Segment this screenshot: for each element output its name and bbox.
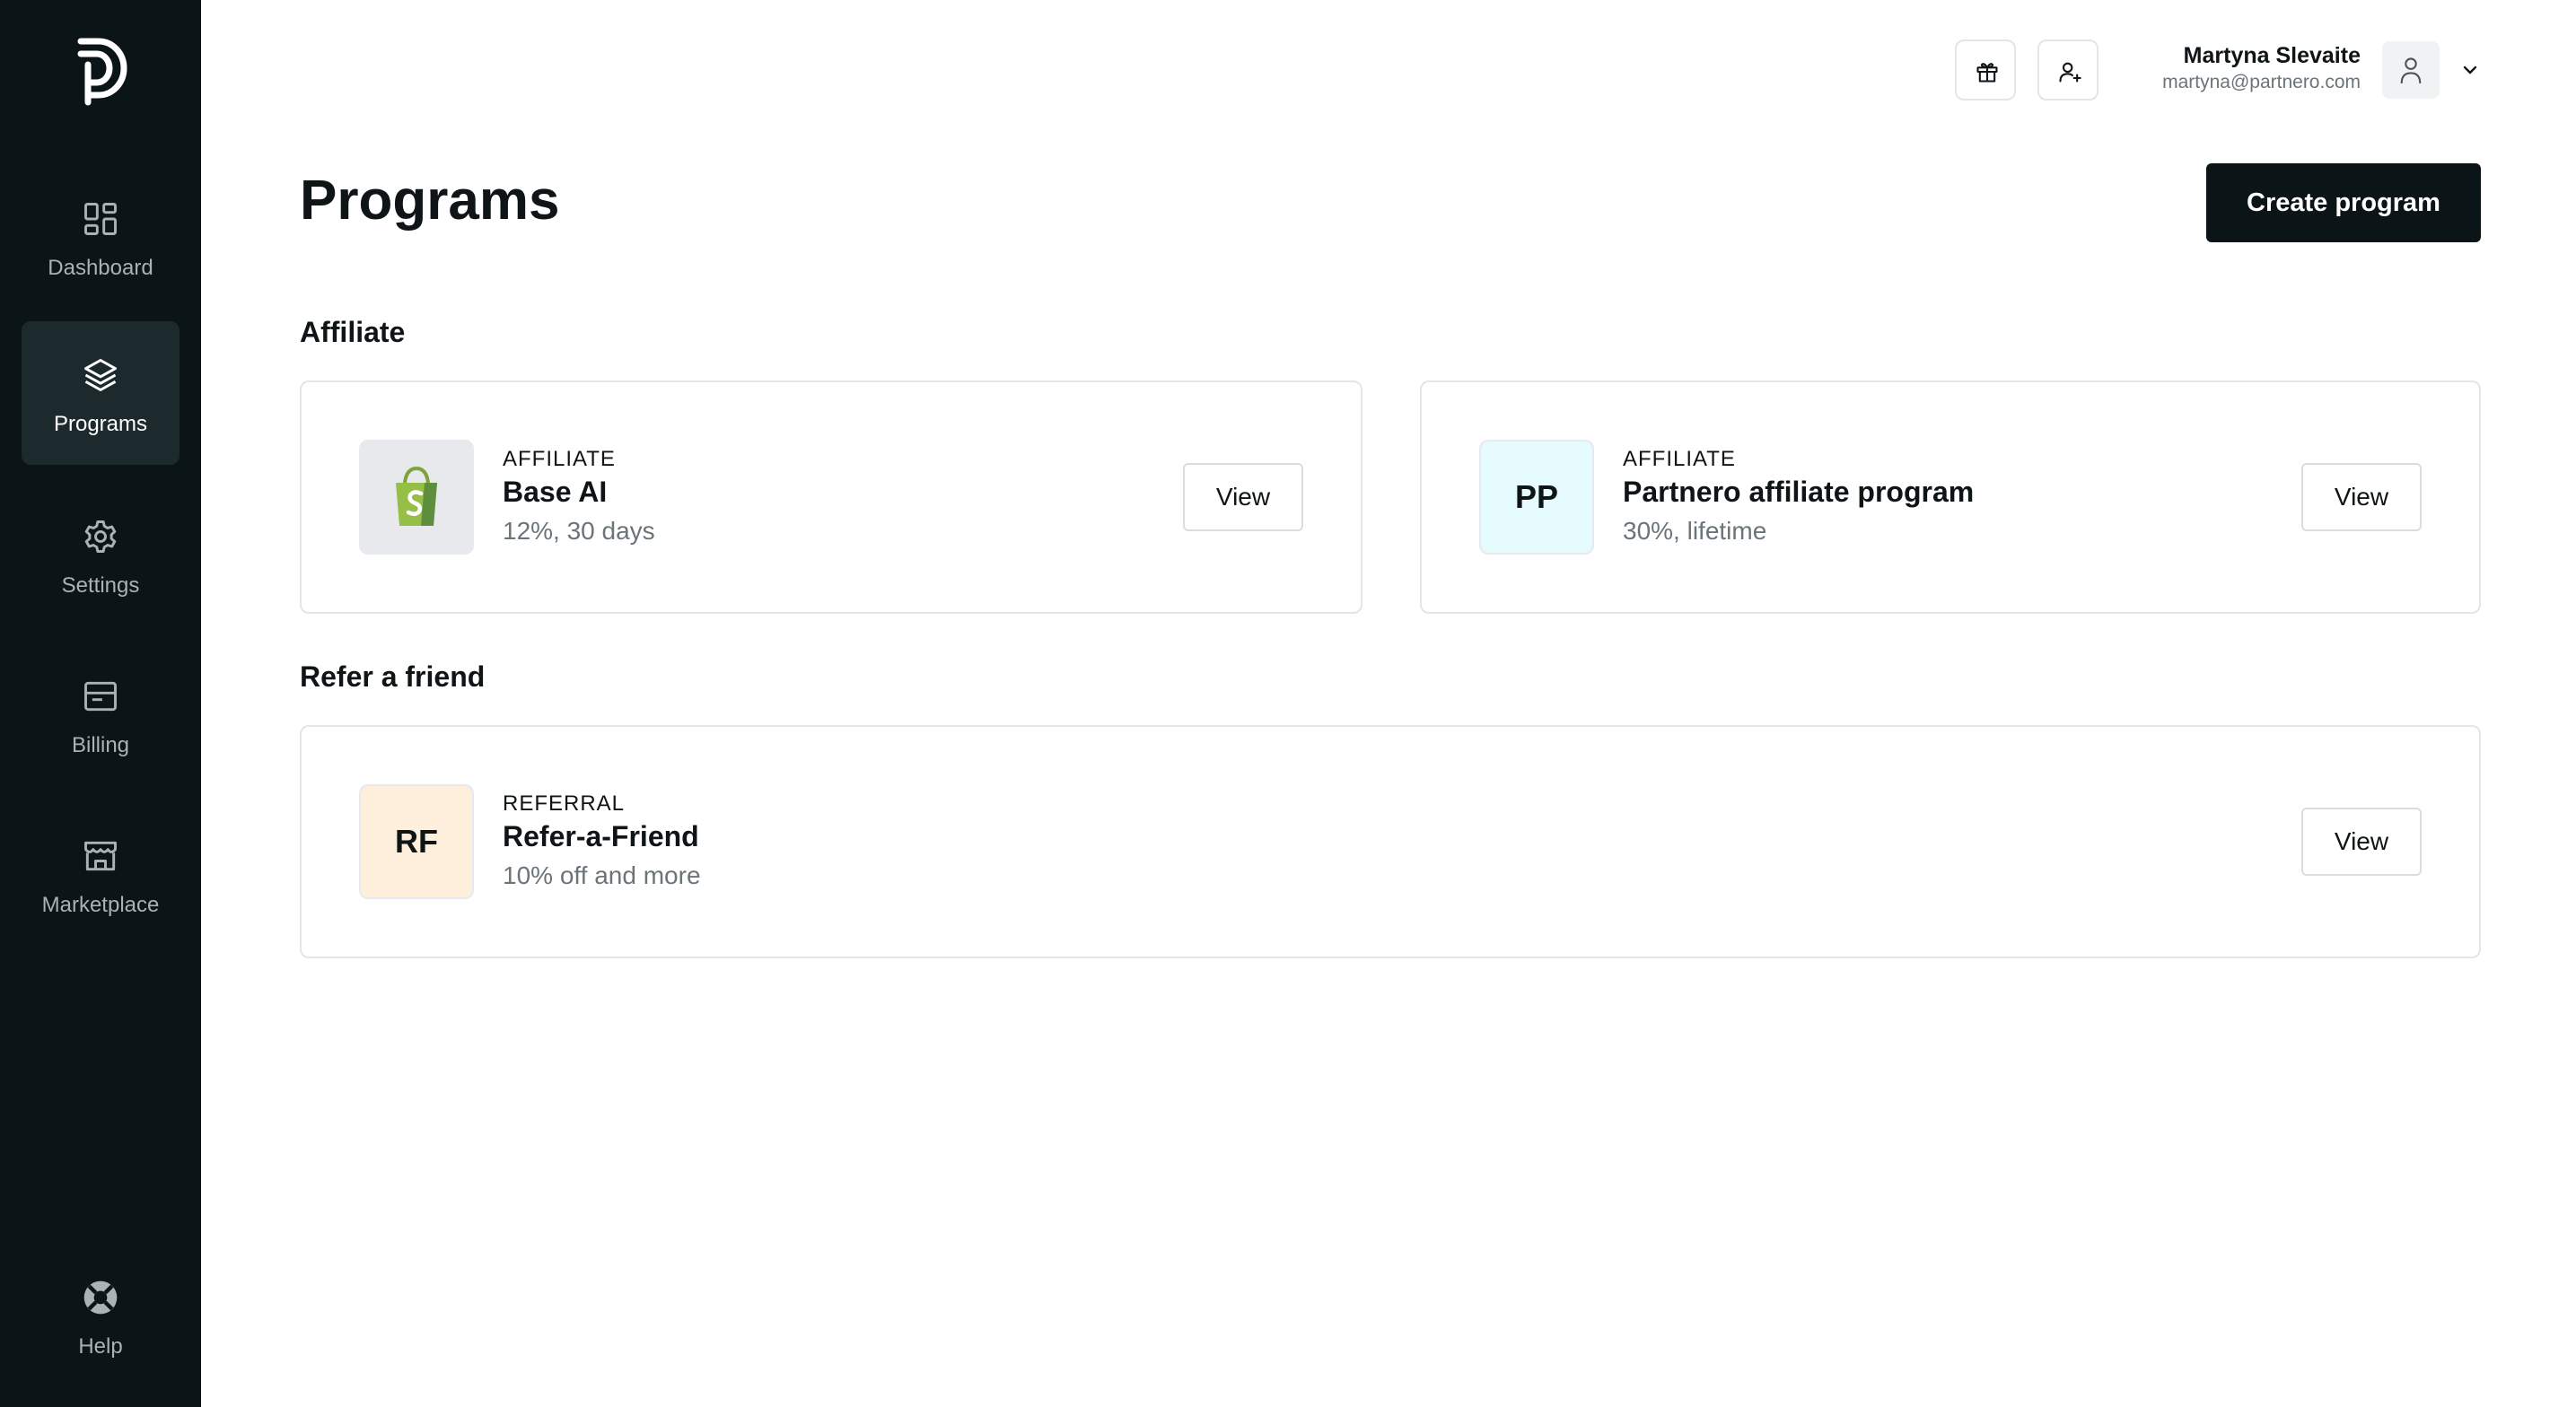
gift-button[interactable]	[1955, 39, 2016, 100]
app-root: Dashboard Programs Settings Billing Mark…	[0, 0, 2576, 1407]
page-title: Programs	[300, 170, 560, 232]
gear-icon	[84, 520, 117, 553]
program-thumbnail	[359, 440, 474, 555]
sidebar-item-label: Marketplace	[41, 893, 160, 917]
partnero-logo-icon[interactable]	[74, 38, 127, 106]
layers-icon	[84, 359, 117, 391]
create-program-button[interactable]: Create program	[2206, 163, 2481, 242]
program-card-base-ai: AFFILIATE Base AI 12%, 30 days View	[300, 380, 1362, 614]
sidebar: Dashboard Programs Settings Billing Mark…	[0, 0, 201, 1407]
sidebar-item-label: Billing	[71, 733, 130, 757]
program-name: Partnero affiliate program	[1623, 476, 1975, 508]
sidebar-item-programs[interactable]: Programs	[22, 321, 180, 465]
program-type: REFERRAL	[503, 791, 626, 816]
sidebar-item-settings[interactable]: Settings	[22, 483, 180, 626]
storefront-icon	[84, 841, 117, 871]
program-detail: 12%, 30 days	[503, 517, 655, 545]
avatar[interactable]	[2382, 41, 2440, 99]
view-button[interactable]: View	[2301, 463, 2422, 531]
program-detail: 10% off and more	[503, 861, 701, 889]
sidebar-item-billing[interactable]: Billing	[22, 642, 180, 786]
view-button[interactable]: View	[1183, 463, 1303, 531]
sidebar-item-label: Programs	[53, 412, 148, 436]
view-button[interactable]: View	[2301, 808, 2422, 876]
program-thumbnail: RF	[359, 784, 474, 899]
gift-icon	[1976, 63, 1998, 83]
lifebuoy-icon	[83, 1280, 118, 1315]
user-menu[interactable]: Martyna Slevaite martyna@partnero.com	[2162, 41, 2361, 95]
program-detail: 30%, lifetime	[1623, 517, 1767, 545]
shopify-bag-icon	[396, 466, 437, 526]
sidebar-item-label: Settings	[61, 573, 140, 598]
user-email: martyna@partnero.com	[2162, 72, 2361, 92]
program-name: Refer-a-Friend	[503, 820, 699, 852]
program-thumbnail: PP	[1479, 440, 1594, 555]
sidebar-item-help[interactable]: Help	[22, 1265, 180, 1391]
sidebar-item-label: Dashboard	[48, 256, 153, 280]
section-title-referral: Refer a friend	[300, 660, 486, 693]
program-card-partnero-affiliate: PP AFFILIATE Partnero affiliate program …	[1420, 380, 2481, 614]
program-type: AFFILIATE	[1623, 447, 1736, 471]
section-title-affiliate: Affiliate	[300, 316, 406, 348]
invite-user-button[interactable]	[2037, 39, 2098, 100]
program-type: AFFILIATE	[503, 447, 616, 471]
wallet-icon	[84, 681, 117, 712]
dashboard-grid-icon	[84, 203, 117, 235]
program-card-refer-a-friend: RF REFERRAL Refer-a-Friend 10% off and m…	[300, 725, 2481, 958]
program-name: Base AI	[503, 476, 608, 508]
user-icon	[2400, 57, 2422, 83]
sidebar-item-label: Help	[78, 1334, 123, 1359]
user-plus-icon	[2059, 62, 2081, 83]
chevron-down-icon[interactable]	[2459, 59, 2481, 81]
user-name: Martyna Slevaite	[2183, 43, 2361, 68]
sidebar-item-dashboard[interactable]: Dashboard	[22, 165, 180, 309]
sidebar-item-marketplace[interactable]: Marketplace	[22, 802, 180, 946]
